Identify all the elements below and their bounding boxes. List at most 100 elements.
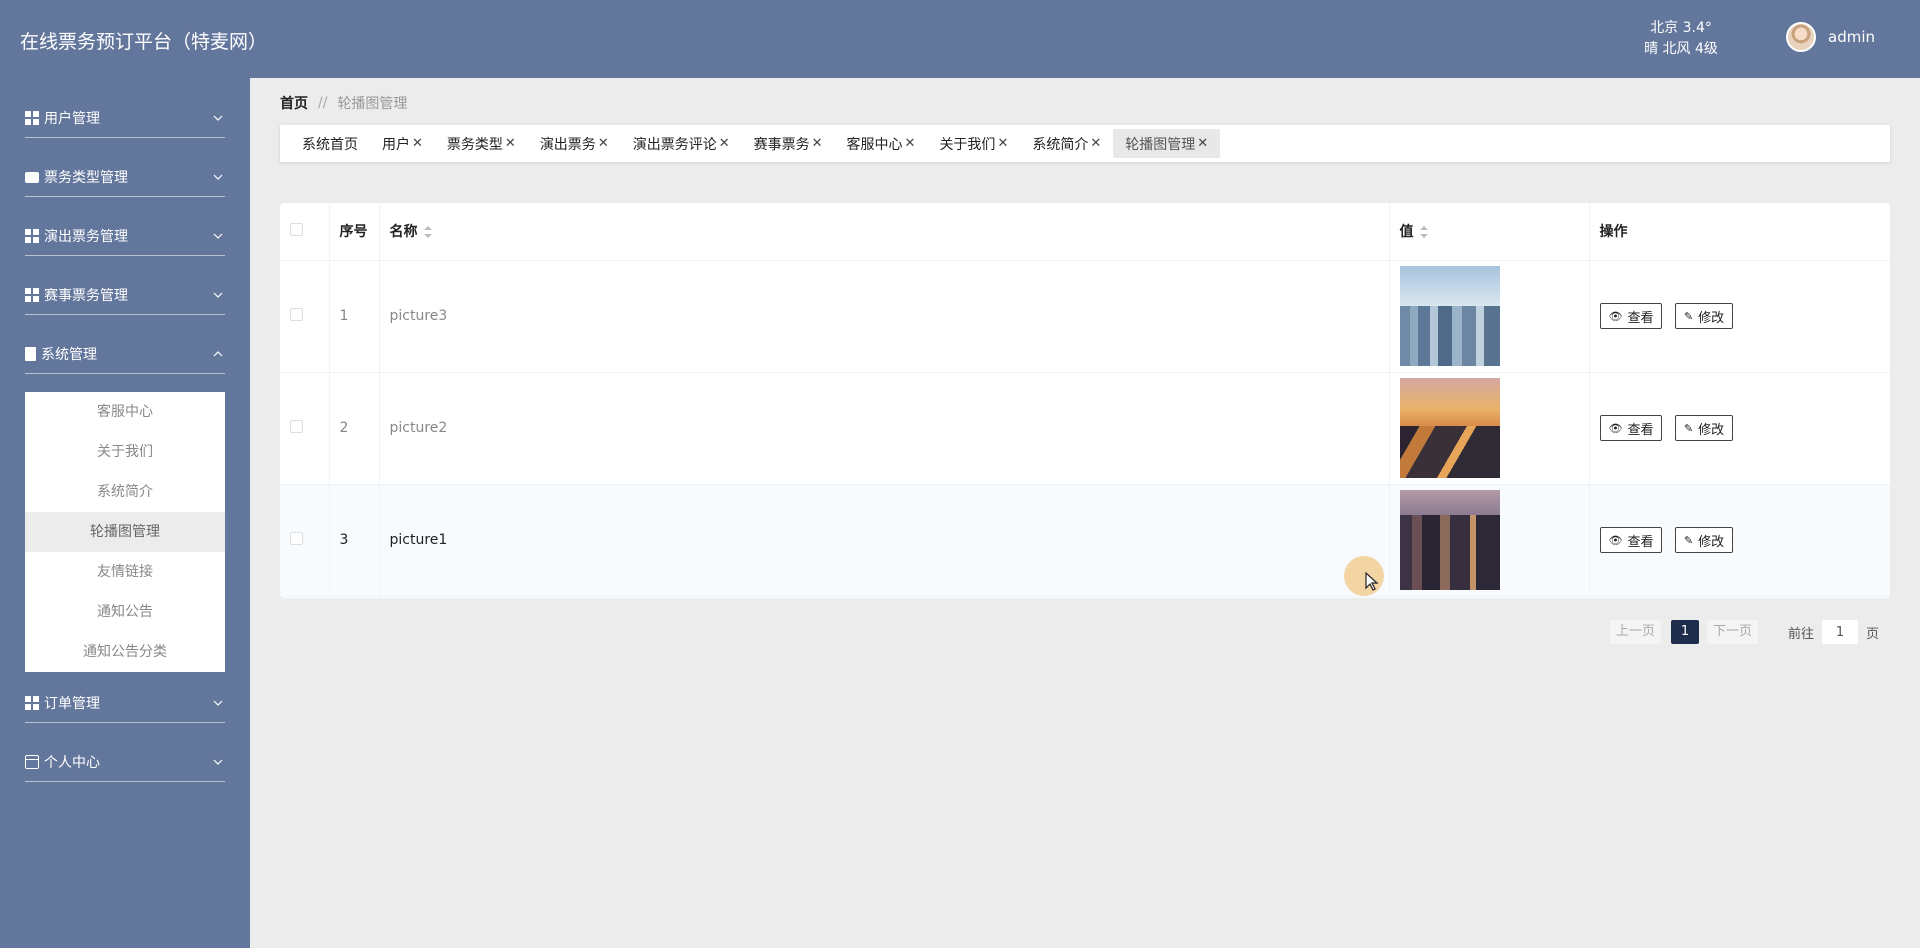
- row-select-cell: [280, 372, 330, 485]
- sidebar: 用户管理 票务类型管理 演出票务管理 赛事票务管理 系统管理 客服中心 关于我们…: [0, 78, 250, 948]
- button-label: 查看: [1627, 422, 1654, 438]
- card-icon: [25, 754, 39, 769]
- sidebar-item-event-ticket-management[interactable]: 赛事票务管理: [25, 275, 225, 315]
- row-value: [1389, 372, 1590, 485]
- tab-label: 关于我们: [939, 136, 996, 153]
- close-icon[interactable]: ✕: [1197, 136, 1208, 151]
- edit-icon: ✎: [1683, 533, 1694, 547]
- row-checkbox[interactable]: [290, 531, 303, 545]
- sidebar-item-label: 用户管理: [44, 110, 100, 127]
- edit-icon: ✎: [1683, 309, 1694, 323]
- row-actions: 👁 查看 ✎ 修改: [1589, 260, 1890, 373]
- carousel-image[interactable]: [1399, 378, 1500, 478]
- eye-icon: 👁: [1608, 309, 1623, 323]
- row-actions: 👁 查看 ✎ 修改: [1589, 372, 1890, 485]
- submenu-item-notice-categories[interactable]: 通知公告分类: [25, 632, 225, 672]
- weather-widget: 北京 3.4° 晴 北风 4级: [1640, 18, 1722, 60]
- close-icon[interactable]: ✕: [905, 136, 916, 151]
- close-icon[interactable]: ✕: [812, 136, 823, 151]
- tab-ticket-type[interactable]: 票务类型 ✕: [435, 129, 528, 158]
- button-label: 查看: [1627, 310, 1654, 326]
- briefcase-icon: [25, 172, 39, 183]
- close-icon[interactable]: ✕: [719, 136, 730, 151]
- tab-event-ticket[interactable]: 赛事票务 ✕: [742, 129, 835, 158]
- breadcrumb: 首页 // 轮播图管理: [280, 93, 407, 113]
- tab-label: 客服中心: [846, 136, 903, 153]
- sidebar-item-label: 订单管理: [44, 695, 100, 712]
- submenu-item-carousel-management[interactable]: 轮播图管理: [25, 512, 225, 552]
- view-button[interactable]: 👁 查看: [1599, 527, 1663, 553]
- tab-customer-service[interactable]: 客服中心 ✕: [835, 129, 928, 158]
- mouse-cursor-icon: [1365, 572, 1379, 591]
- avatar[interactable]: [1786, 22, 1816, 52]
- sidebar-item-user-management[interactable]: 用户管理: [25, 98, 225, 138]
- submenu-item-friendly-links[interactable]: 友情链接: [25, 552, 225, 592]
- tab-show-ticket[interactable]: 演出票务 ✕: [528, 129, 621, 158]
- breadcrumb-home[interactable]: 首页: [280, 93, 308, 113]
- chevron-down-icon: [213, 115, 223, 121]
- page-number-current[interactable]: 1: [1671, 620, 1700, 644]
- close-icon[interactable]: ✕: [1090, 136, 1101, 151]
- row-select-cell: [280, 484, 330, 597]
- goto-page-input[interactable]: [1822, 620, 1859, 644]
- row-index: 2: [329, 372, 380, 485]
- tab-carousel-management[interactable]: 轮播图管理 ✕: [1113, 129, 1221, 158]
- edit-button[interactable]: ✎ 修改: [1674, 415, 1734, 441]
- view-button[interactable]: 👁 查看: [1599, 415, 1663, 441]
- column-header-value[interactable]: 值: [1389, 203, 1590, 261]
- user-menu[interactable]: admin: [1786, 22, 1875, 52]
- submenu-item-system-intro[interactable]: 系统简介: [25, 472, 225, 512]
- sort-icon[interactable]: [1419, 226, 1428, 239]
- submenu-item-notices[interactable]: 通知公告: [25, 592, 225, 632]
- submenu-item-customer-service[interactable]: 客服中心: [25, 392, 225, 432]
- system-submenu: 客服中心 关于我们 系统简介 轮播图管理 友情链接 通知公告 通知公告分类: [25, 392, 225, 672]
- table-row: 2 picture2 👁 查看 ✎ 修改: [280, 372, 1890, 485]
- row-value: [1389, 484, 1590, 597]
- row-index: 1: [329, 260, 380, 373]
- sort-icon[interactable]: [423, 226, 432, 239]
- edit-button[interactable]: ✎ 修改: [1674, 303, 1734, 329]
- breadcrumb-separator: //: [318, 95, 328, 111]
- sidebar-item-personal-center[interactable]: 个人中心: [25, 742, 225, 782]
- carousel-image[interactable]: [1399, 490, 1500, 590]
- close-icon[interactable]: ✕: [505, 136, 516, 151]
- chevron-down-icon: [213, 174, 223, 180]
- close-icon[interactable]: ✕: [412, 136, 423, 151]
- row-checkbox[interactable]: [290, 419, 303, 433]
- tab-about-us[interactable]: 关于我们 ✕: [927, 129, 1020, 158]
- carousel-image[interactable]: [1399, 266, 1500, 366]
- sidebar-item-show-ticket-management[interactable]: 演出票务管理: [25, 216, 225, 256]
- goto-label: 前往: [1788, 626, 1815, 642]
- column-header-index: 序号: [329, 203, 380, 261]
- edit-button[interactable]: ✎ 修改: [1674, 527, 1734, 553]
- select-all-checkbox[interactable]: [290, 222, 303, 236]
- prev-page-button[interactable]: 上一页: [1610, 620, 1662, 644]
- tab-system-home[interactable]: 系统首页: [290, 129, 370, 158]
- pagination: 上一页 1 下一页 前往 页: [1610, 620, 1879, 644]
- close-icon[interactable]: ✕: [598, 136, 609, 151]
- sidebar-item-label: 系统管理: [41, 346, 97, 363]
- column-header-label: 名称: [389, 224, 418, 241]
- submenu-item-about-us[interactable]: 关于我们: [25, 432, 225, 472]
- close-icon[interactable]: ✕: [997, 136, 1008, 151]
- sidebar-item-ticket-type-management[interactable]: 票务类型管理: [25, 157, 225, 197]
- tab-label: 演出票务: [539, 136, 596, 153]
- column-header-name[interactable]: 名称: [379, 203, 1390, 261]
- column-header-actions: 操作: [1589, 203, 1890, 261]
- next-page-button[interactable]: 下一页: [1707, 620, 1759, 644]
- tab-user[interactable]: 用户 ✕: [370, 129, 435, 158]
- view-button[interactable]: 👁 查看: [1599, 303, 1663, 329]
- username[interactable]: admin: [1828, 28, 1875, 46]
- chevron-down-icon: [213, 759, 223, 765]
- weather-temperature: 北京 3.4°: [1650, 20, 1712, 36]
- row-checkbox[interactable]: [290, 307, 303, 321]
- chevron-down-icon: [213, 292, 223, 298]
- sidebar-item-system-management[interactable]: 系统管理: [25, 334, 225, 374]
- tab-show-ticket-comments[interactable]: 演出票务评论 ✕: [621, 129, 742, 158]
- table-header-row: 序号 名称 值 操作: [280, 203, 1890, 261]
- eye-icon: 👁: [1608, 533, 1623, 547]
- row-name: picture2: [379, 372, 1390, 485]
- sidebar-item-order-management[interactable]: 订单管理: [25, 683, 225, 723]
- page-unit-label: 页: [1866, 626, 1880, 642]
- tab-system-intro[interactable]: 系统简介 ✕: [1020, 129, 1113, 158]
